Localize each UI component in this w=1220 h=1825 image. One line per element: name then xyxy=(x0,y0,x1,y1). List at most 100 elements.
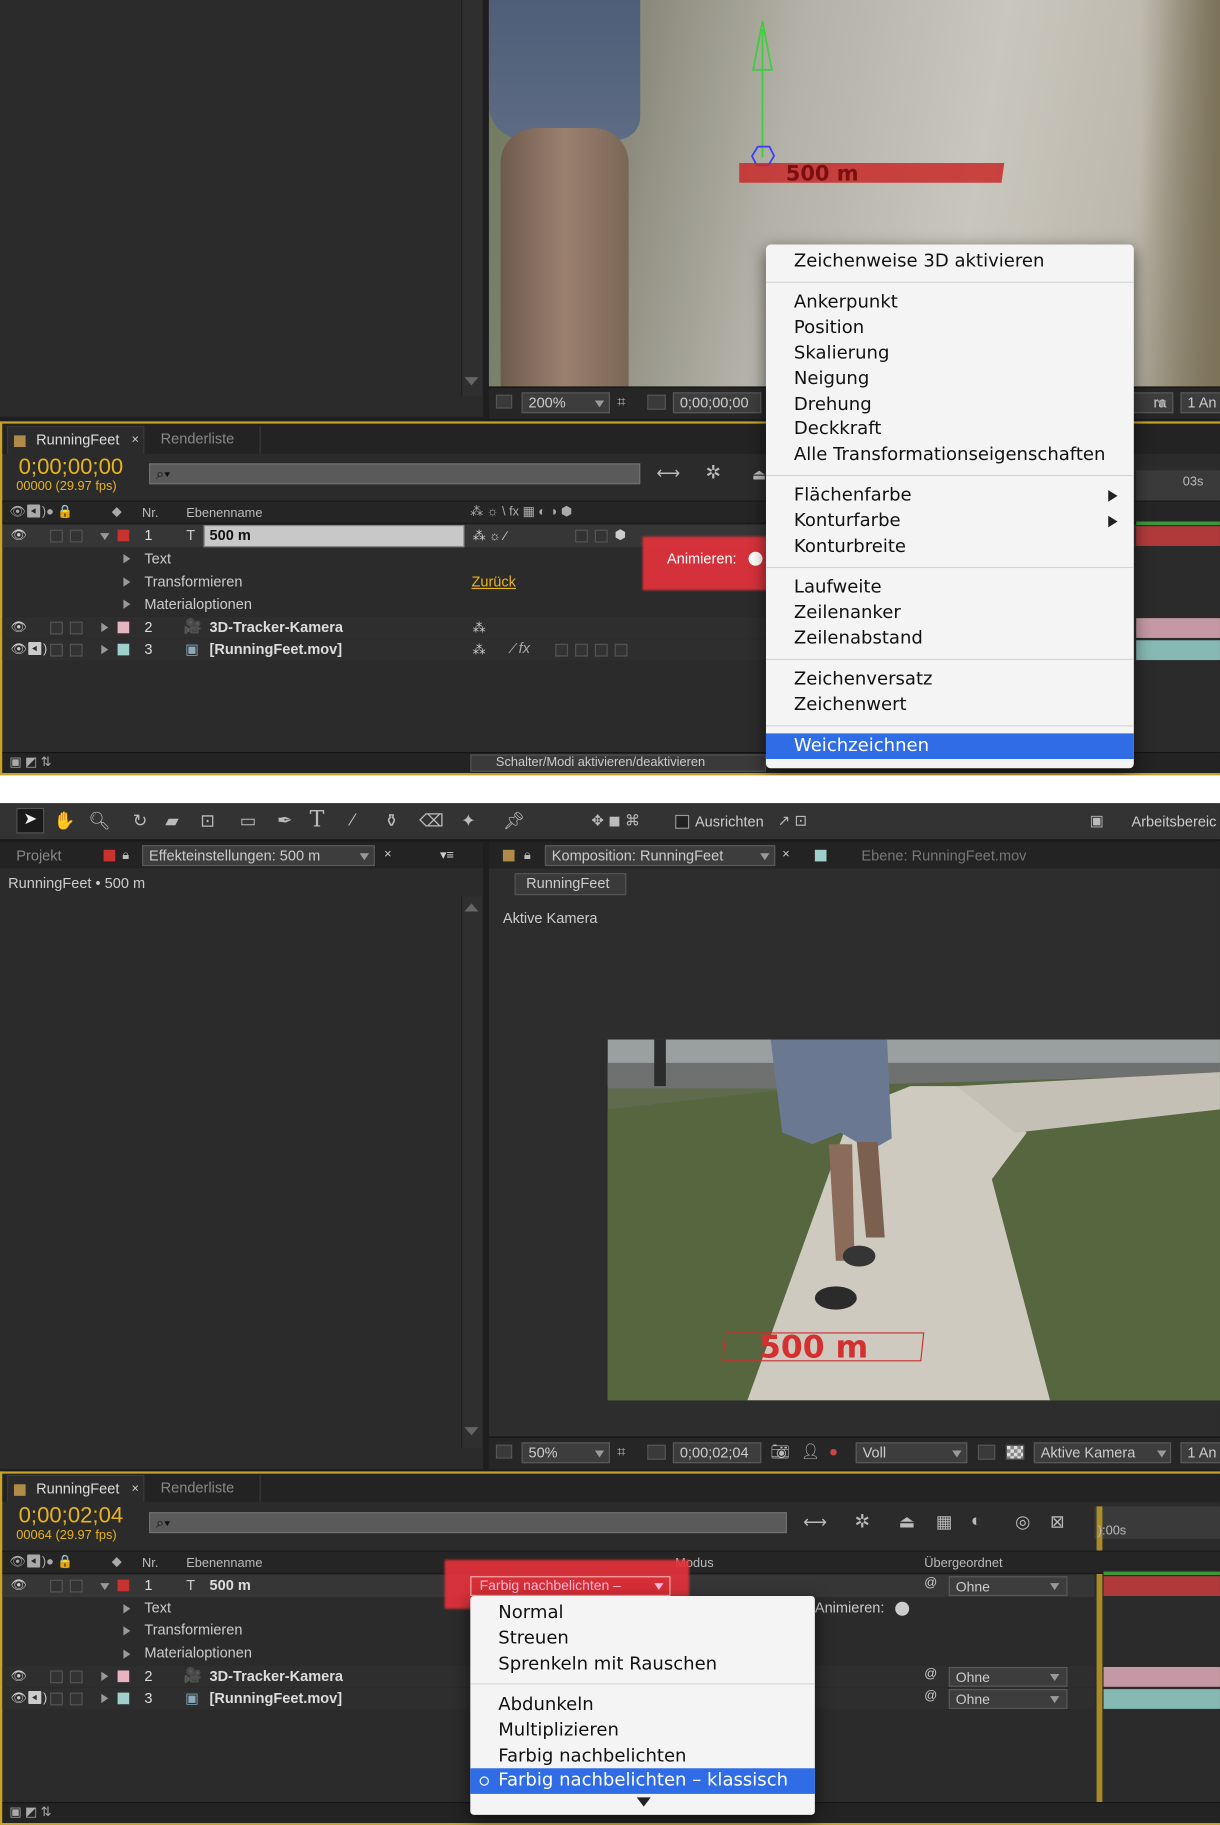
3d-cube-icon[interactable]: ⬢ xyxy=(615,527,626,543)
lock-switch[interactable] xyxy=(69,1670,83,1684)
hide-shy-layers-icon[interactable]: ⏏ xyxy=(899,1511,916,1532)
comp-mini-flowchart-icon[interactable]: ⟷ xyxy=(657,463,680,483)
mode-option-sprenkeln-mit-rauschen[interactable]: Sprenkeln mit Rauschen xyxy=(470,1651,815,1676)
play-circle-icon[interactable] xyxy=(748,551,763,566)
close-icon[interactable]: × xyxy=(132,1482,139,1496)
snap-options-icon[interactable]: ↗ ⊡ xyxy=(778,811,808,830)
menu-item-zeichenversatz[interactable]: Zeichenversatz xyxy=(766,667,1134,692)
expand-triangle-icon[interactable] xyxy=(123,577,131,587)
resolution-select[interactable]: Voll xyxy=(855,1442,968,1464)
visibility-eye-icon[interactable]: 👁 xyxy=(10,1577,26,1593)
pickwhip-icon[interactable]: @ xyxy=(924,1689,937,1703)
mode-option-abdunkeln[interactable]: Abdunkeln xyxy=(470,1692,815,1717)
pan-behind-tool-icon[interactable]: ⊡ xyxy=(200,810,215,831)
3d-layer-switch[interactable] xyxy=(614,643,628,657)
motion-blur-switch[interactable] xyxy=(594,529,608,543)
rectangle-tool-icon[interactable]: ▭ xyxy=(240,810,257,831)
top-layer-3-name[interactable]: [RunningFeet.mov] xyxy=(210,641,343,657)
menu-item-zeichenwert[interactable]: Zeichenwert xyxy=(766,693,1134,718)
hide-shy-layers-icon[interactable]: ⏏ xyxy=(752,466,766,485)
collapse-switch-icon[interactable]: ⁂ ☼ ∕ xyxy=(473,529,507,544)
tab-project[interactable]: Projekt xyxy=(16,847,61,863)
animate-context-menu[interactable]: Zeichenweise 3D aktivieren Ankerpunkt Posi… xyxy=(765,244,1134,769)
top-layer-2-color[interactable] xyxy=(117,621,130,634)
top-layer-1-color[interactable] xyxy=(117,529,130,542)
bottom-layer-3-bar[interactable] xyxy=(1103,1689,1220,1709)
expand-triangle-icon[interactable] xyxy=(101,622,109,633)
motion-blur-icon[interactable]: ◐ xyxy=(971,1511,982,1531)
bottom-layer-2-bar[interactable] xyxy=(1103,1666,1220,1687)
snapshot-toggle-icon[interactable] xyxy=(495,394,513,409)
solo-switch[interactable] xyxy=(50,1670,63,1684)
lock-switch[interactable] xyxy=(69,621,83,635)
pickwhip-icon[interactable]: @ xyxy=(924,1576,937,1590)
clone-stamp-tool-icon[interactable]: ⚱ xyxy=(384,810,399,831)
mode-option-streuen[interactable]: Streuen xyxy=(470,1626,815,1651)
top-tab-runningfeet[interactable]: RunningFeet × xyxy=(6,426,145,454)
fast-previews-icon[interactable] xyxy=(977,1444,996,1460)
menu-item-deckkraft[interactable]: Deckkraft xyxy=(766,417,1134,442)
adjustment-switch[interactable] xyxy=(594,643,608,657)
top-layer-1-name[interactable]: 500 m xyxy=(210,527,251,543)
bottom-layer-1-bar[interactable] xyxy=(1103,1576,1220,1596)
region-of-interest-icon[interactable]: ⌗ xyxy=(617,392,626,411)
expand-triangle-icon[interactable] xyxy=(100,1583,110,1591)
footer-toggle-icons[interactable]: ▣ ◩ ⇅ xyxy=(9,754,51,770)
top-sub-text[interactable]: Text xyxy=(144,551,171,567)
graph-editor-icon[interactable]: ◎ xyxy=(1015,1511,1030,1532)
menu-item-ankerpunkt[interactable]: Ankerpunkt xyxy=(766,290,1134,315)
3d-layer-switch[interactable] xyxy=(575,529,588,543)
visibility-eye-icon[interactable]: 👁 xyxy=(10,1668,26,1683)
frame-blending-icon[interactable]: ▦ xyxy=(936,1511,953,1532)
camera-tool-icon[interactable]: ▰ xyxy=(165,810,178,831)
menu-item-konturbreite[interactable]: Konturbreite xyxy=(766,534,1134,559)
eraser-tool-icon[interactable]: ⌫ xyxy=(419,810,444,831)
brush-tool-icon[interactable]: ∕ xyxy=(352,810,355,830)
lock-switch[interactable] xyxy=(69,643,83,657)
menu-item-zeichenweise-3d-aktivieren[interactable]: Zeichenweise 3D aktivieren xyxy=(766,249,1134,274)
scroll-more-icon[interactable] xyxy=(636,1797,651,1807)
bottom-layer-3-name[interactable]: [RunningFeet.mov] xyxy=(210,1690,343,1706)
collapse-switch-icon[interactable]: ⁂ xyxy=(473,620,486,636)
top-layer-2-bar[interactable] xyxy=(1136,618,1220,638)
expand-triangle-icon[interactable] xyxy=(100,533,110,541)
roto-brush-tool-icon[interactable]: ✦ xyxy=(461,810,476,831)
channel-rgb-icon[interactable]: ● xyxy=(829,1442,838,1459)
mode-option-farbig-nachbelichten-klassisch[interactable]: Farbig nachbelichten – klassisch xyxy=(470,1768,815,1794)
top-layer-2-name[interactable]: 3D-Tracker-Kamera xyxy=(210,619,343,635)
bottom-layer-2-color[interactable] xyxy=(117,1670,130,1683)
visibility-eye-icon[interactable]: 👁◀) xyxy=(10,1690,47,1705)
top-reset-link[interactable]: Zurück xyxy=(471,574,515,590)
menu-item-zeilenanker[interactable]: Zeilenanker xyxy=(766,601,1134,626)
local-axis-mode-icon[interactable]: ✥ ◼ ⌘ xyxy=(591,811,640,830)
menu-item-weichzeichnen[interactable]: Weichzeichnen xyxy=(765,733,1134,760)
top-layer-3-color[interactable] xyxy=(117,643,130,656)
region-of-interest-icon[interactable]: ⌗ xyxy=(617,1442,626,1461)
collapse-switch-icon[interactable]: ⁂ xyxy=(473,643,486,658)
snapshot-camera-icon[interactable]: 📷︎ xyxy=(771,1442,790,1461)
visibility-eye-icon[interactable]: 👁◀) xyxy=(10,641,47,657)
frame-blend-switch[interactable] xyxy=(555,643,569,657)
motion-blur-switch[interactable] xyxy=(575,643,588,657)
blend-mode-menu[interactable]: Normal Streuen Sprenkeln mit Rauschen Abdun… xyxy=(470,1595,815,1815)
expand-triangle-icon[interactable] xyxy=(101,1671,109,1681)
solo-switch[interactable] xyxy=(50,1579,63,1593)
lock-icon[interactable]: 🔒︎ xyxy=(122,849,129,864)
lock-icon[interactable]: 🔒︎ xyxy=(524,849,531,864)
bottom-layer-3-color[interactable] xyxy=(117,1692,130,1705)
expand-triangle-icon[interactable] xyxy=(123,1626,131,1636)
solo-switch[interactable] xyxy=(50,529,63,543)
scroll-down-icon[interactable] xyxy=(464,377,479,386)
type-tool-icon[interactable]: T xyxy=(310,807,325,833)
solo-switch[interactable] xyxy=(50,621,63,635)
puppet-pin-tool-icon[interactable]: 📌︎ xyxy=(503,810,525,831)
scroll-up-icon[interactable] xyxy=(464,903,479,912)
menu-item-zeilenabstand[interactable]: Zeilenabstand xyxy=(766,626,1134,651)
bottom-tab-renderliste[interactable]: Renderliste xyxy=(147,1474,261,1502)
draft-3d-icon[interactable]: ✲ xyxy=(705,461,721,484)
top-tab-renderliste[interactable]: Renderliste xyxy=(147,426,261,454)
views-select[interactable]: 1 An xyxy=(1180,1442,1220,1464)
transparency-grid-icon[interactable] xyxy=(647,1444,666,1460)
play-circle-icon[interactable] xyxy=(895,1601,910,1616)
menu-item-alle-transformationseigenschaften[interactable]: Alle Transformationseigenschaften xyxy=(766,442,1134,467)
